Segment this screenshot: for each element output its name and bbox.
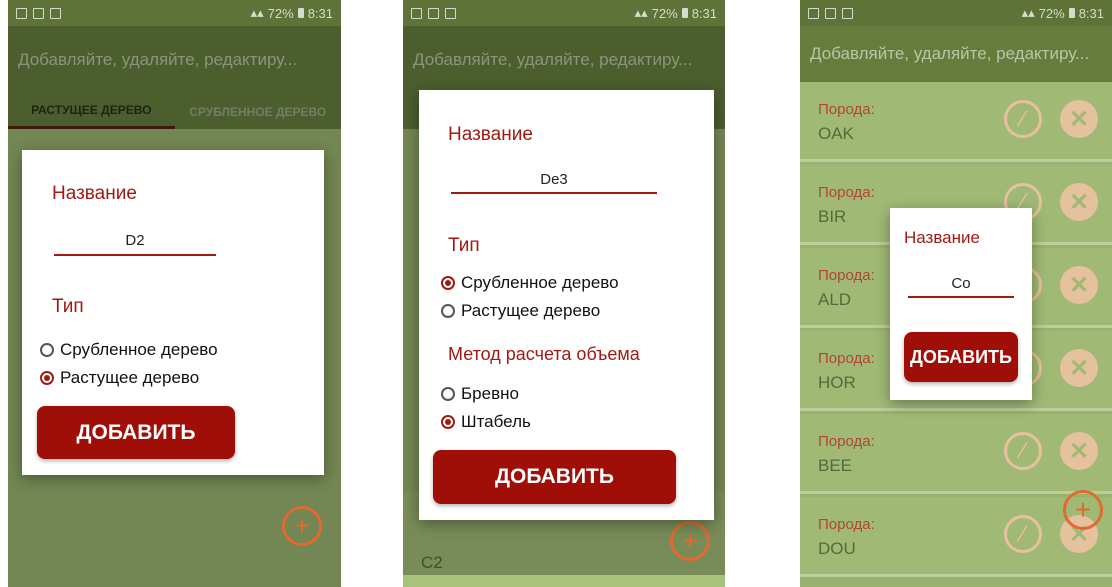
add-button[interactable]: ДОБАВИТЬ [37, 406, 235, 459]
radio-label: Растущее дерево [461, 301, 601, 320]
name-label: Название [904, 228, 980, 247]
radio-stack[interactable]: Штабель [441, 412, 531, 432]
type-label: Тип [448, 235, 480, 256]
screen-2: ▴▴ 72% 8:31 Добавляйте, удаляйте, редакт… [403, 0, 725, 587]
battery-percent: 72% [267, 5, 294, 21]
radio-circle-selected [441, 415, 455, 429]
status-bar: ▴▴ 72% 8:31 [403, 0, 725, 26]
add-icon[interactable]: + [282, 506, 322, 546]
radio-growing-tree[interactable]: Растущее дерево [40, 368, 199, 388]
radio-felled-tree[interactable]: Срубленное дерево [441, 273, 619, 293]
add-tree-dialog: Название Тип Срубленное дерево Растущее … [419, 90, 714, 520]
notification-icon [16, 7, 27, 19]
notification-icon [808, 7, 819, 19]
radio-circle-selected [40, 371, 54, 385]
radio-felled-tree[interactable]: Срубленное дерево [40, 340, 218, 360]
radio-label: Бревно [461, 384, 519, 403]
add-breed-dialog: Название ДОБАВИТЬ [890, 208, 1032, 400]
notification-icons [411, 7, 456, 19]
name-label: Название [52, 183, 137, 204]
screen-3: ▴▴ 72% 8:31 Добавляйте, удаляйте, редакт… [800, 0, 1112, 587]
notification-icon [50, 7, 61, 19]
battery-percent: 72% [651, 5, 678, 21]
notification-icon [825, 7, 836, 19]
radio-label: Растущее дерево [60, 368, 200, 387]
add-button[interactable]: ДОБАВИТЬ [433, 450, 676, 504]
clock: 8:31 [1078, 5, 1104, 21]
notification-icon [842, 7, 853, 19]
radio-circle [441, 387, 455, 401]
volume-method-label: Метод расчета объема [448, 344, 640, 364]
radio-label: Срубленное дерево [461, 273, 619, 292]
signal-icon: ▴▴ [250, 5, 264, 20]
add-button[interactable]: ДОБАВИТЬ [904, 332, 1018, 382]
status-bar: ▴▴ 72% 8:31 [800, 0, 1112, 26]
radio-label: Срубленное дерево [60, 340, 218, 359]
name-input[interactable] [54, 226, 216, 256]
radio-circle [40, 343, 54, 357]
name-input[interactable] [908, 270, 1014, 298]
add-tree-dialog: Название Тип Срубленное дерево Растущее … [22, 150, 324, 475]
screen-1: ▴▴ 72% 8:31 Добавляйте, удаляйте, редакт… [8, 0, 341, 587]
notification-icon [33, 7, 44, 19]
clock: 8:31 [691, 5, 717, 21]
notification-icons [808, 7, 853, 19]
battery-percent: 72% [1038, 5, 1065, 21]
notification-icons [16, 7, 61, 19]
status-bar: ▴▴ 72% 8:31 [8, 0, 341, 26]
name-input[interactable] [451, 166, 657, 194]
signal-icon: ▴▴ [634, 5, 648, 20]
notification-icon [411, 7, 422, 19]
signal-icon: ▴▴ [1021, 5, 1035, 20]
notification-icon [445, 7, 456, 19]
type-label: Тип [52, 296, 84, 317]
battery-icon [1068, 8, 1075, 18]
radio-circle-selected [441, 276, 455, 290]
radio-log[interactable]: Бревно [441, 384, 519, 404]
add-icon[interactable]: + [1063, 490, 1103, 530]
add-icon[interactable]: + [670, 521, 710, 561]
name-label: Название [448, 124, 533, 145]
battery-icon [297, 8, 304, 18]
clock: 8:31 [307, 5, 333, 21]
notification-icon [428, 7, 439, 19]
radio-label: Штабель [461, 412, 531, 431]
battery-icon [681, 8, 688, 18]
radio-circle [441, 304, 455, 318]
radio-growing-tree[interactable]: Растущее дерево [441, 301, 600, 321]
